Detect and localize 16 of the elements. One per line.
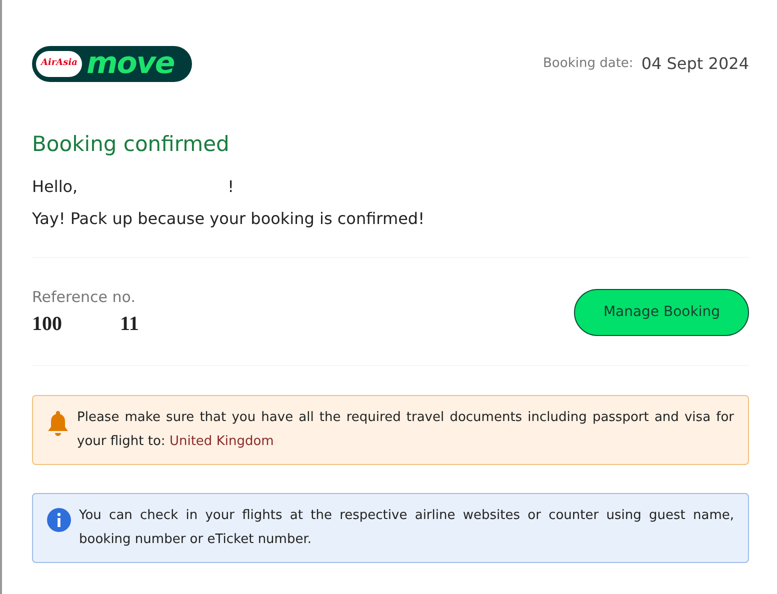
destination-text: United Kingdom xyxy=(169,434,274,449)
heading: Booking confirmed xyxy=(32,132,230,158)
bell-icon xyxy=(47,410,69,436)
booking-date: 04 Sept 2024 xyxy=(641,53,749,75)
message: Yay! Pack up because your booking is confirmed! xyxy=(32,208,426,230)
reference-number: 100 xyxy=(32,312,62,337)
alert-text: Please make sure that you have all the required travel documents including passport and visa for your flight to: United Kingdom xyxy=(77,408,734,451)
info-icon xyxy=(47,508,71,532)
booking-date-label: Booking date: xyxy=(543,55,634,74)
greeting-end: ! xyxy=(228,176,234,198)
reference-label: Reference no. xyxy=(32,287,136,308)
greeting: Hello, xyxy=(32,176,78,198)
alert-text: You can check in your flights at the respective airline websites or counter using guest name, booking number or eTicket number. xyxy=(79,506,734,549)
logo: AirAsia move xyxy=(32,46,192,82)
reference-number: 11 xyxy=(120,312,139,337)
manage-booking-button[interactable]: Manage Booking xyxy=(574,288,749,336)
